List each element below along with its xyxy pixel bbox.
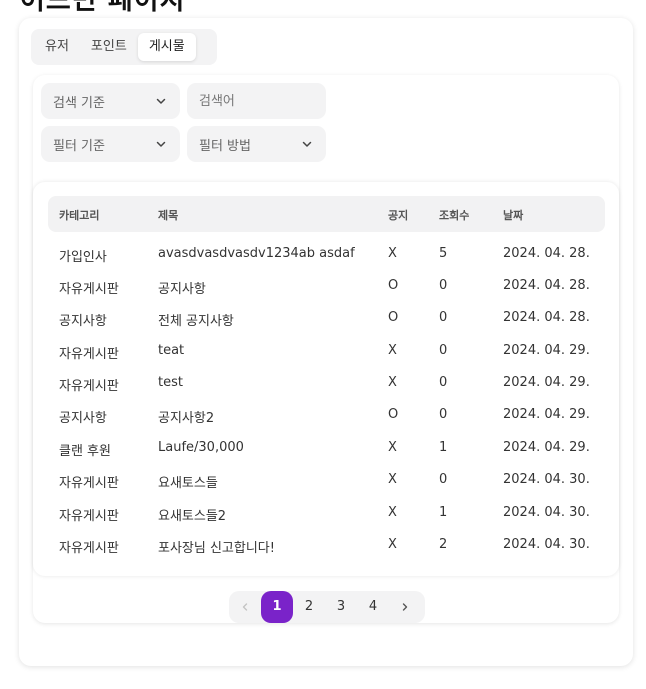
header-title[interactable]: 제목	[158, 207, 178, 223]
next-page-button[interactable]	[389, 591, 421, 623]
header-date[interactable]: 날짜	[503, 207, 523, 223]
cell-notice: X	[388, 343, 397, 358]
table-row[interactable]: 자유게시판 공지사항 O 0 2024. 04. 28.	[48, 270, 605, 302]
cell-title: test	[158, 375, 183, 390]
cell-notice: X	[388, 375, 397, 390]
cell-title: 전체 공지사항	[158, 314, 234, 329]
cell-notice: X	[388, 505, 397, 520]
table-row[interactable]: 가입인사 avasdvasdvasdv1234ab asdaf X 5 2024…	[48, 238, 605, 270]
tab-bar: 유저 포인트 게시물	[31, 29, 217, 65]
cell-notice: X	[388, 537, 397, 552]
cell-date: 2024. 04. 30.	[503, 537, 590, 552]
header-category[interactable]: 카테고리	[59, 207, 99, 223]
cell-category: 자유게시판	[59, 509, 119, 524]
chevron-right-icon	[402, 603, 408, 611]
cell-date: 2024. 04. 28.	[503, 246, 590, 261]
cell-date: 2024. 04. 30.	[503, 505, 590, 520]
cell-views: 2	[439, 537, 448, 552]
tab-users[interactable]: 유저	[34, 33, 80, 61]
table-row[interactable]: 자유게시판 요새토스들 X 0 2024. 04. 30.	[48, 464, 605, 496]
page-title: 어드민 페이지	[20, 0, 186, 16]
cell-views: 5	[439, 246, 448, 261]
page-button-1[interactable]: 1	[261, 591, 293, 623]
cell-notice: O	[388, 310, 399, 325]
cell-notice: O	[388, 407, 399, 422]
table-row[interactable]: 자유게시판 test X 0 2024. 04. 29.	[48, 367, 605, 399]
filter-by-label: 필터 기준	[53, 138, 105, 154]
table-row[interactable]: 공지사항 공지사항2 O 0 2024. 04. 29.	[48, 399, 605, 431]
cell-date: 2024. 04. 29.	[503, 343, 590, 358]
cell-title: 공지사항2	[158, 411, 215, 426]
cell-views: 0	[439, 278, 448, 293]
cell-category: 가입인사	[59, 250, 107, 265]
filter-method-select[interactable]: 필터 방법	[187, 126, 326, 162]
cell-date: 2024. 04. 28.	[503, 278, 590, 293]
cell-category: 공지사항	[59, 314, 107, 329]
pagination: 1 2 3 4	[229, 591, 425, 623]
cell-views: 0	[439, 310, 448, 325]
table-row[interactable]: 공지사항 전체 공지사항 O 0 2024. 04. 28.	[48, 302, 605, 334]
filter-method-label: 필터 방법	[199, 138, 251, 154]
cell-views: 0	[439, 472, 448, 487]
cell-title: 요새토스들	[158, 476, 218, 491]
chevron-down-icon	[156, 98, 166, 104]
chevron-left-icon	[242, 603, 248, 611]
table-header: 카테고리 제목 공지 조회수 날짜	[48, 196, 605, 232]
search-by-label: 검색 기준	[53, 95, 105, 111]
chevron-down-icon	[156, 141, 166, 147]
cell-notice: X	[388, 246, 397, 261]
page-button-3[interactable]: 3	[325, 591, 357, 623]
cell-views: 1	[439, 505, 448, 520]
table-row[interactable]: 자유게시판 요새토스들2 X 1 2024. 04. 30.	[48, 497, 605, 529]
table-row[interactable]: 클랜 후원 Laufe/30,000 X 1 2024. 04. 29.	[48, 432, 605, 464]
cell-title: Laufe/30,000	[158, 440, 244, 455]
cell-date: 2024. 04. 29.	[503, 440, 590, 455]
cell-title: 포사장님 신고합니다!	[158, 541, 275, 556]
cell-notice: X	[388, 472, 397, 487]
cell-date: 2024. 04. 29.	[503, 407, 590, 422]
posts-table: 카테고리 제목 공지 조회수 날짜 가입인사 avasdvasdvasdv123…	[33, 182, 619, 576]
tab-posts[interactable]: 게시물	[137, 33, 196, 61]
cell-category: 자유게시판	[59, 347, 119, 362]
header-notice[interactable]: 공지	[388, 207, 408, 223]
cell-date: 2024. 04. 29.	[503, 375, 590, 390]
filter-by-select[interactable]: 필터 기준	[41, 126, 180, 162]
page-button-4[interactable]: 4	[357, 591, 389, 623]
prev-page-button[interactable]	[229, 591, 261, 623]
chevron-down-icon	[302, 141, 312, 147]
cell-title: 공지사항	[158, 282, 206, 297]
table-row[interactable]: 자유게시판 teat X 0 2024. 04. 29.	[48, 335, 605, 367]
page-button-2[interactable]: 2	[293, 591, 325, 623]
search-by-select[interactable]: 검색 기준	[41, 83, 180, 119]
cell-date: 2024. 04. 28.	[503, 310, 590, 325]
tab-points[interactable]: 포인트	[80, 33, 138, 61]
cell-category: 자유게시판	[59, 541, 119, 556]
posts-panel: 검색 기준 필터 기준 필터 방법 카테고리 제목 공지	[33, 75, 619, 623]
keyword-field[interactable]	[187, 83, 326, 119]
cell-category: 자유게시판	[59, 476, 119, 491]
cell-views: 0	[439, 343, 448, 358]
cell-notice: O	[388, 278, 399, 293]
cell-date: 2024. 04. 30.	[503, 472, 590, 487]
cell-notice: X	[388, 440, 397, 455]
table-row[interactable]: 자유게시판 포사장님 신고합니다! X 2 2024. 04. 30.	[48, 529, 605, 561]
cell-title: avasdvasdvasdv1234ab asdaf	[158, 246, 355, 261]
cell-category: 클랜 후원	[59, 444, 111, 459]
cell-title: 요새토스들2	[158, 509, 227, 524]
cell-views: 0	[439, 407, 448, 422]
cell-category: 공지사항	[59, 411, 107, 426]
header-views[interactable]: 조회수	[439, 207, 469, 223]
search-input[interactable]	[199, 93, 314, 109]
cell-views: 0	[439, 375, 448, 390]
admin-panel: 유저 포인트 게시물 검색 기준 필터 기준 필터 방법	[19, 18, 633, 666]
cell-category: 자유게시판	[59, 282, 119, 297]
cell-views: 1	[439, 440, 448, 455]
cell-category: 자유게시판	[59, 379, 119, 394]
cell-title: teat	[158, 343, 185, 358]
